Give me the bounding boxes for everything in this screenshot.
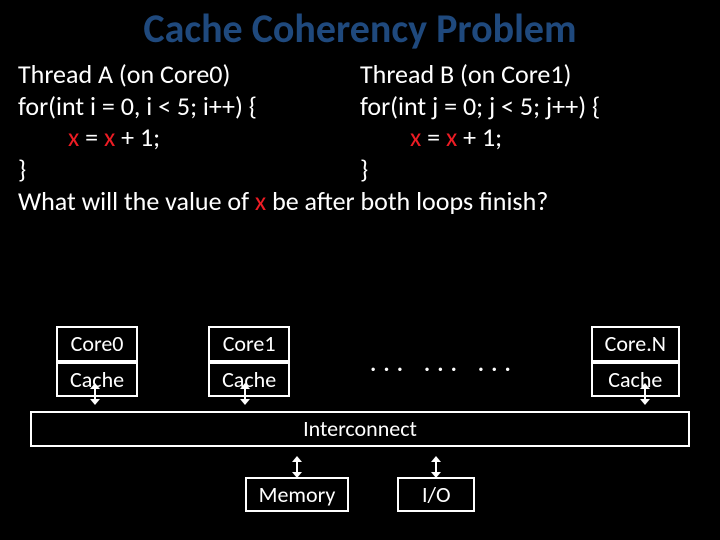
architecture-diagram: Core0 Cache Core1 Cache . . . . . . . . … <box>0 326 720 512</box>
memory-stack: Memory <box>245 461 350 513</box>
thread-a-body: x = x + 1; <box>18 122 360 154</box>
x-var: x <box>446 121 457 153</box>
x-var: x <box>104 121 115 153</box>
thread-b-body: x = x + 1; <box>360 122 702 154</box>
thread-a-header: Thread A (on Core0) <box>18 59 360 91</box>
double-arrow-icon <box>296 461 298 473</box>
thread-b-close: } <box>360 154 702 186</box>
thread-b-for: for(int j = 0; j < 5; j++) { <box>360 91 702 123</box>
x-var: x <box>68 121 79 153</box>
io-box: I/O <box>397 477 475 513</box>
ellipsis: . . . <box>360 344 414 379</box>
interconnect-box: Interconnect <box>30 411 690 447</box>
memory-box: Memory <box>245 477 350 513</box>
slide-title: Cache Coherency Problem <box>0 0 720 53</box>
question-text: What will the value of x be after both l… <box>0 186 720 218</box>
double-arrow-icon <box>244 388 246 400</box>
thread-a-col: Thread A (on Core0) for(int i = 0, i < 5… <box>18 59 360 186</box>
x-var: x <box>410 121 421 153</box>
coren-stack: Core.N Cache <box>591 326 680 397</box>
ellipsis: . . . <box>413 344 467 379</box>
ellipsis: . . . <box>467 344 521 379</box>
io-stack: I/O <box>397 461 475 513</box>
coren-box: Core.N <box>591 326 680 362</box>
thread-b-col: Thread B (on Core1) for(int j = 0; j < 5… <box>360 59 702 186</box>
core1-box: Core1 <box>208 326 290 362</box>
thread-b-header: Thread B (on Core1) <box>360 59 702 91</box>
x-var: x <box>255 185 266 217</box>
double-arrow-icon <box>435 461 437 473</box>
thread-a-for: for(int i = 0, i < 5; i++) { <box>18 91 360 123</box>
double-arrow-icon <box>644 388 646 400</box>
code-columns: Thread A (on Core0) for(int i = 0, i < 5… <box>0 53 720 186</box>
core0-box: Core0 <box>56 326 138 362</box>
thread-a-close: } <box>18 154 360 186</box>
double-arrow-icon <box>94 388 96 400</box>
